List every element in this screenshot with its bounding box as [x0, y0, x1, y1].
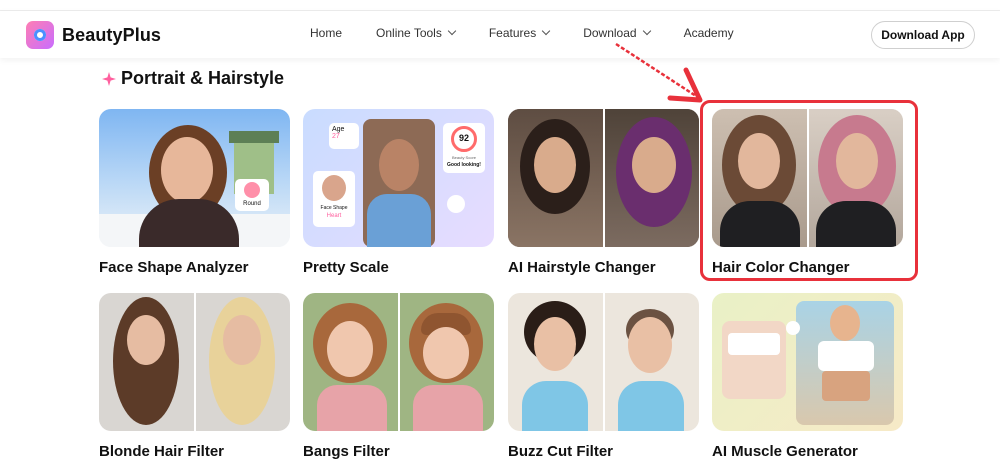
chevron-down-icon	[642, 26, 651, 36]
tool-label: Blonde Hair Filter	[99, 443, 225, 460]
tool-label: Pretty Scale	[303, 259, 389, 276]
tool-card-face-shape-analyzer[interactable]: Round Face Shape Analyzer	[99, 109, 290, 276]
nav-label: Academy	[683, 26, 734, 40]
tool-card-ai-muscle-generator[interactable]: AI Muscle Generator	[712, 293, 903, 460]
muscle-badge-icon	[786, 321, 800, 335]
tool-thumbnail	[303, 293, 494, 431]
nav-item-download[interactable]: Download	[583, 26, 651, 40]
nav-label: Online Tools	[376, 26, 442, 40]
score-caption: Beauty Score	[451, 155, 476, 160]
nav-item-features[interactable]: Features	[488, 26, 551, 40]
tool-label: AI Hairstyle Changer	[508, 259, 656, 276]
site-header: BeautyPlus Home Online Tools Features Do…	[0, 11, 1000, 58]
age-label: Age	[332, 126, 345, 133]
tool-thumbnail	[508, 293, 699, 431]
face-shape-tag: Round	[243, 201, 261, 207]
tool-label: AI Muscle Generator	[712, 443, 858, 460]
sparkle-icon	[102, 71, 116, 86]
nav-label: Home	[310, 26, 343, 40]
face-shape-value: Heart	[326, 213, 342, 219]
main-menu: Home Online Tools Features Download Acad…	[310, 26, 768, 40]
tool-thumbnail	[508, 109, 699, 247]
tool-card-bangs-filter[interactable]: Bangs Filter	[303, 293, 494, 460]
tool-thumbnail: Age 27 92 Beauty Score Good looking! Fac…	[303, 109, 494, 247]
face-shape-label: Face Shape	[320, 205, 348, 211]
browser-top-strip	[0, 0, 1000, 11]
age-value: 27	[332, 133, 340, 140]
beautyplus-logo-icon	[26, 21, 54, 49]
tool-card-buzz-cut-filter[interactable]: Buzz Cut Filter	[508, 293, 699, 460]
score-text: Good looking!	[447, 162, 481, 168]
nav-item-online-tools[interactable]: Online Tools	[376, 26, 457, 40]
tool-label: Face Shape Analyzer	[99, 259, 249, 276]
tool-thumbnail: Round	[99, 109, 290, 247]
chevron-down-icon	[541, 26, 551, 36]
tool-card-pretty-scale[interactable]: Age 27 92 Beauty Score Good looking! Fac…	[303, 109, 494, 276]
download-app-button[interactable]: Download App	[871, 21, 975, 49]
emoji-icon	[447, 195, 465, 213]
highlight-box	[700, 100, 918, 281]
section-title: Portrait & Hairstyle	[102, 68, 284, 89]
logo[interactable]: BeautyPlus	[26, 21, 161, 49]
red-arrow-icon	[615, 42, 703, 103]
tool-card-ai-hairstyle-changer[interactable]: AI Hairstyle Changer	[508, 109, 699, 276]
tool-card-blonde-hair-filter[interactable]: Blonde Hair Filter	[99, 293, 290, 460]
score-value: 92	[458, 133, 469, 143]
nav-item-academy[interactable]: Academy	[684, 26, 734, 40]
tool-thumbnail	[99, 293, 290, 431]
nav-item-home[interactable]: Home	[310, 26, 342, 40]
chevron-down-icon	[447, 26, 457, 36]
section-title-text: Portrait & Hairstyle	[121, 68, 285, 88]
tool-label: Buzz Cut Filter	[508, 443, 613, 460]
tool-label: Bangs Filter	[303, 443, 390, 460]
brand-name: BeautyPlus	[62, 24, 162, 45]
nav-label: Download	[583, 26, 637, 40]
tool-thumbnail	[712, 293, 903, 431]
nav-label: Features	[488, 26, 537, 40]
